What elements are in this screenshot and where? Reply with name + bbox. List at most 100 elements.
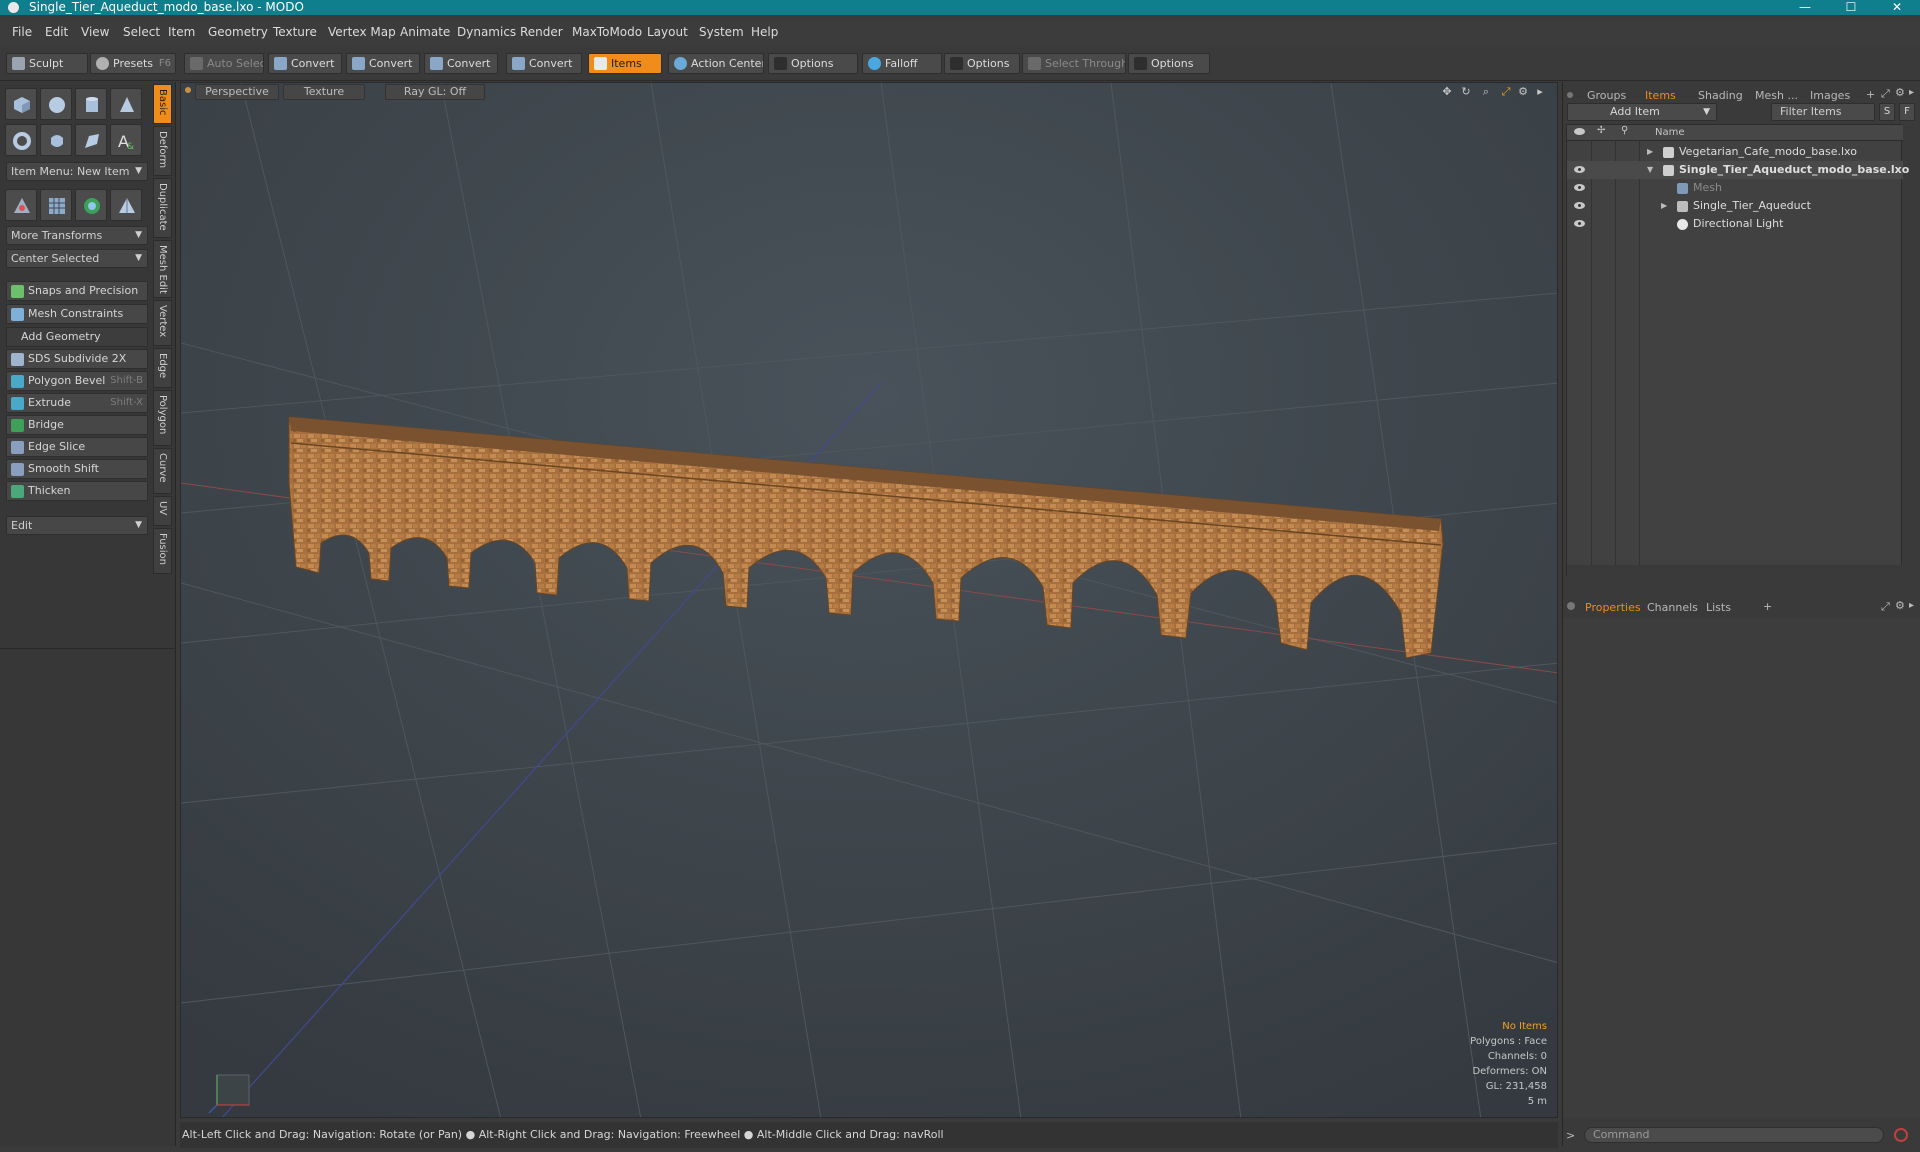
command-input[interactable]: Command (1584, 1127, 1884, 1143)
menu-geometry[interactable]: Geometry (208, 25, 268, 39)
falloff-options-button[interactable]: Options (944, 53, 1020, 74)
shading-mode-dropdown[interactable]: Texture (283, 84, 365, 100)
polygon-bevel-button[interactable]: Polygon Bevel Shift-B (6, 371, 148, 391)
cube-tool[interactable] (5, 88, 37, 120)
tab-duplicate[interactable]: Duplicate (153, 178, 172, 238)
sphere-tool[interactable] (40, 88, 72, 120)
tree-row-mesh[interactable]: Mesh (1567, 179, 1903, 197)
select-through-button[interactable]: Select Through (1022, 53, 1126, 74)
tab-polygon[interactable]: Polygon (153, 390, 172, 446)
capsule-tool[interactable] (40, 124, 72, 156)
action-center-button[interactable]: Action Center (668, 53, 764, 74)
tab-mesh-edit[interactable]: Mesh Edit (153, 240, 172, 298)
gear-icon[interactable]: ⚙ (1895, 86, 1905, 99)
falloff-button[interactable]: Falloff (862, 53, 942, 74)
tab-items[interactable]: Items (1639, 88, 1682, 104)
menu-system[interactable]: System (699, 25, 744, 39)
menu-view[interactable]: View (81, 25, 109, 39)
edit-dropdown[interactable]: Edit ▼ (6, 516, 148, 535)
pen-tool[interactable] (75, 124, 107, 156)
rotate-icon[interactable]: ↻ (1460, 86, 1472, 98)
tree-row-vegetarian-cafe[interactable]: ▶ Vegetarian_Cafe_modo_base.lxo (1567, 143, 1903, 161)
filter-items-input[interactable]: Filter Items (1771, 103, 1875, 121)
globe-tool[interactable] (75, 189, 107, 221)
more-transforms-dropdown[interactable]: More Transforms ▼ (6, 226, 148, 245)
menu-file[interactable]: File (12, 25, 32, 39)
maximize-panel-icon[interactable]: ⤢ (1881, 87, 1890, 101)
convert-edges-button[interactable]: Convert (346, 53, 420, 74)
bridge-button[interactable]: Bridge (6, 415, 148, 435)
add-item-dropdown[interactable]: Add Item ▼ (1567, 103, 1717, 121)
transform-tool[interactable] (5, 189, 37, 221)
maximize-button[interactable]: ☐ (1834, 0, 1868, 15)
close-button[interactable]: ✕ (1880, 0, 1914, 15)
tab-lists[interactable]: Lists (1700, 600, 1737, 616)
cylinder-tool[interactable] (75, 88, 107, 120)
text-tool[interactable]: A & (110, 124, 142, 156)
select-options-button[interactable]: Options (1128, 53, 1210, 74)
tab-edge[interactable]: Edge (153, 348, 172, 388)
gear-icon[interactable]: ⚙ (1517, 86, 1529, 98)
tab-uv[interactable]: UV (153, 496, 172, 526)
visibility-icon[interactable] (1574, 184, 1585, 191)
tree-row-aqueduct-mesh[interactable]: ▶ Single_Tier_Aqueduct (1567, 197, 1903, 215)
view-mode-dropdown[interactable]: Perspective (195, 84, 279, 100)
tree-row-aqueduct-scene[interactable]: ▼ Single_Tier_Aqueduct_modo_base.lxo (1567, 161, 1909, 179)
cone-tool[interactable] (110, 88, 142, 120)
extrude-button[interactable]: Extrude Shift-X (6, 393, 148, 413)
grid-tool[interactable] (40, 189, 72, 221)
collapse-arrow-icon[interactable]: ▼ (1647, 161, 1653, 179)
smooth-shift-button[interactable]: Smooth Shift (6, 459, 148, 479)
tab-shading[interactable]: Shading (1692, 88, 1749, 104)
tab-mesh[interactable]: Mesh ... (1749, 88, 1804, 104)
action-center-options-button[interactable]: Options (768, 53, 858, 74)
menu-maxtomodo[interactable]: MaxToModo (572, 25, 642, 39)
s-toggle-button[interactable]: S (1879, 103, 1895, 121)
tree-row-directional-light[interactable]: Directional Light (1567, 215, 1903, 233)
raygl-toggle[interactable]: Ray GL: Off (385, 84, 485, 100)
menu-render[interactable]: Render (520, 25, 563, 39)
maximize-panel-icon[interactable]: ⤢ (1881, 600, 1890, 614)
visibility-icon[interactable] (1574, 166, 1585, 173)
menu-edit[interactable]: Edit (45, 25, 68, 39)
maximize-viewport-icon[interactable]: ⤢ (1500, 86, 1512, 98)
sculpt-button[interactable]: Sculpt (6, 53, 88, 74)
tab-basic[interactable]: Basic (153, 84, 172, 124)
thicken-button[interactable]: Thicken (6, 481, 148, 501)
pan-icon[interactable]: ✥ (1441, 86, 1453, 98)
menu-dynamics[interactable]: Dynamics (457, 25, 516, 39)
menu-layout[interactable]: Layout (647, 25, 688, 39)
convert-vertices-button[interactable]: Convert (268, 53, 342, 74)
add-geometry-header[interactable]: Add Geometry (6, 327, 148, 347)
presets-button[interactable]: Presets F6 (90, 53, 176, 74)
3d-viewport[interactable]: No Items Polygons : Face Channels: 0 Def… (180, 82, 1558, 1118)
expand-arrow-icon[interactable]: ▶ (1647, 143, 1653, 161)
auto-select-button[interactable]: Auto Select (184, 53, 264, 74)
mesh-constraints-button[interactable]: Mesh Constraints (6, 304, 148, 324)
expand-arrow-icon[interactable]: ▶ (1661, 197, 1667, 215)
menu-animate[interactable]: Animate (400, 25, 450, 39)
menu-texture[interactable]: Texture (273, 25, 317, 39)
add-tab-icon[interactable]: + (1763, 600, 1772, 613)
chevron-right-icon[interactable]: ▸ (1534, 86, 1546, 98)
tab-deform[interactable]: Deform (153, 126, 172, 176)
chevron-right-icon[interactable]: ▸ (1909, 87, 1914, 98)
record-icon[interactable] (1894, 1128, 1908, 1142)
chevron-right-icon[interactable]: ▸ (1909, 600, 1914, 611)
tab-properties[interactable]: Properties (1579, 600, 1647, 616)
torus-tool[interactable] (5, 124, 37, 156)
menu-item[interactable]: Item (168, 25, 195, 39)
snaps-precision-button[interactable]: Snaps and Precision (6, 281, 148, 301)
minimize-button[interactable]: — (1788, 0, 1822, 15)
tab-fusion[interactable]: Fusion (153, 528, 172, 574)
f-toggle-button[interactable]: F (1899, 103, 1915, 121)
edge-slice-button[interactable]: Edge Slice (6, 437, 148, 457)
visibility-icon[interactable] (1574, 202, 1585, 209)
convert-polygons-button[interactable]: Convert (424, 53, 498, 74)
center-selected-dropdown[interactable]: Center Selected ▼ (6, 249, 148, 268)
menu-select[interactable]: Select (123, 25, 160, 39)
convert-materials-button[interactable]: Convert (506, 53, 582, 74)
tab-vertex[interactable]: Vertex (153, 300, 172, 346)
items-mode-button[interactable]: Items (588, 53, 662, 74)
add-tab-icon[interactable]: + (1866, 88, 1875, 101)
